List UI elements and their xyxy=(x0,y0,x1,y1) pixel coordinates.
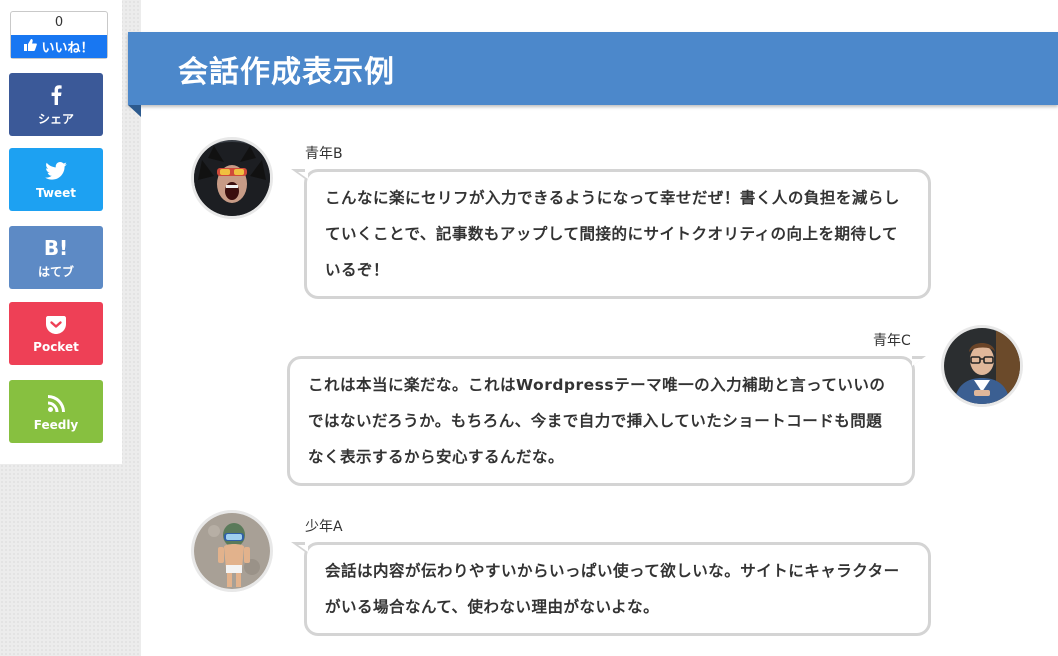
hatena-bookmark-button[interactable]: B! はてブ xyxy=(9,226,103,289)
rss-icon xyxy=(47,391,65,415)
twitter-tweet-label: Tweet xyxy=(36,186,76,200)
heading-ribbon-fold xyxy=(128,105,141,117)
speech-bubble: これは本当に楽だな。これはWordpressテーマ唯一の入力補助と言っていいので… xyxy=(287,356,915,486)
twitter-bird-icon xyxy=(45,159,67,183)
feedly-label: Feedly xyxy=(33,418,79,432)
speaker-name: 少年A xyxy=(305,519,343,535)
speaker-name: 青年B xyxy=(305,146,343,162)
avatar-boy-a xyxy=(191,510,273,592)
speech-bubble: 会話は内容が伝わりやすいからいっぱい使って欲しいな。サイトにキャラクターがいる場… xyxy=(304,542,931,636)
speaker-name: 青年C xyxy=(873,333,911,349)
pocket-label: Pocket xyxy=(33,340,79,354)
pocket-button[interactable]: Pocket xyxy=(9,302,103,365)
like-button[interactable]: いいね！ xyxy=(11,35,107,58)
avatar-young-man-c xyxy=(941,325,1023,407)
share-sidebar: 0 いいね！ シェア Tweet B! はてブ Pocket Feedly xyxy=(0,0,122,464)
section-heading: 会話作成表示例 xyxy=(128,32,1058,105)
like-label: いいね！ xyxy=(41,41,94,56)
like-count: 0 xyxy=(54,15,64,30)
bubble-tail-inner xyxy=(298,545,308,552)
bubble-tail-inner xyxy=(912,359,922,366)
hatena-bookmark-label: はてブ xyxy=(37,264,74,279)
bubble-tail-inner xyxy=(298,172,308,179)
avatar-young-man-b xyxy=(191,137,273,219)
facebook-share-button[interactable]: シェア xyxy=(9,73,103,136)
hatena-bookmark-icon: B! xyxy=(43,235,69,260)
pocket-icon xyxy=(46,313,66,337)
facebook-like-box[interactable]: 0 いいね！ xyxy=(10,11,108,59)
speech-bubble: こんなに楽にセリフが入力できるようになって幸せだぜ！書く人の負担を減らしていくこ… xyxy=(304,169,931,299)
twitter-tweet-button[interactable]: Tweet xyxy=(9,148,103,211)
facebook-icon xyxy=(51,83,62,107)
facebook-share-label: シェア xyxy=(37,111,74,126)
feedly-button[interactable]: Feedly xyxy=(9,380,103,443)
thumbs-up-icon xyxy=(24,38,38,55)
